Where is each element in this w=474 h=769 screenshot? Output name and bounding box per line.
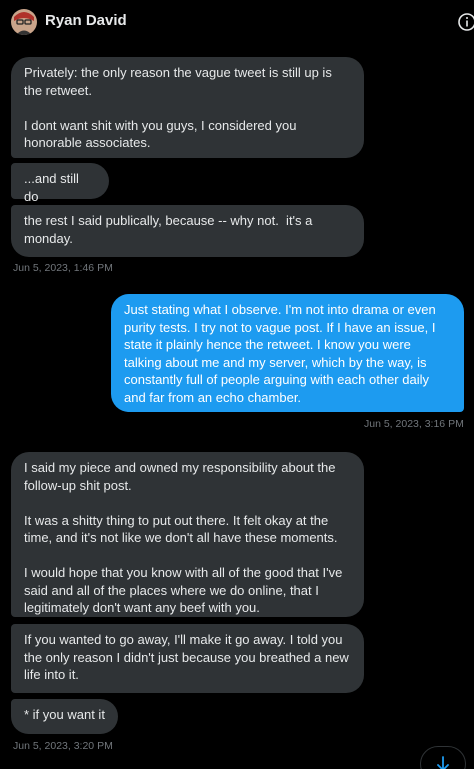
message-bubble-sent[interactable]: Just stating what I observe. I'm not int… (111, 294, 464, 412)
message-timestamp: Jun 5, 2023, 3:16 PM (364, 418, 464, 430)
scroll-to-bottom-button[interactable] (420, 746, 466, 769)
message-timestamp: Jun 5, 2023, 3:20 PM (13, 740, 113, 752)
message-bubble-received[interactable]: If you wanted to go away, I'll make it g… (11, 624, 364, 693)
message-bubble-received[interactable]: * if you want it (11, 699, 118, 734)
message-bubble-received[interactable]: I said my piece and owned my responsibil… (11, 452, 364, 617)
message-bubble-received[interactable]: Privately: the only reason the vague twe… (11, 57, 364, 158)
conversation-header: Ryan David (0, 0, 474, 44)
message-timestamp: Jun 5, 2023, 1:46 PM (13, 262, 113, 274)
message-bubble-received[interactable]: ...and still do (11, 163, 109, 204)
arrow-down-icon (436, 756, 450, 769)
contact-name[interactable]: Ryan David (45, 12, 127, 29)
info-icon[interactable] (457, 12, 474, 32)
message-bubble-received[interactable]: the rest I said publically, because -- w… (11, 205, 364, 257)
avatar[interactable] (11, 9, 37, 35)
